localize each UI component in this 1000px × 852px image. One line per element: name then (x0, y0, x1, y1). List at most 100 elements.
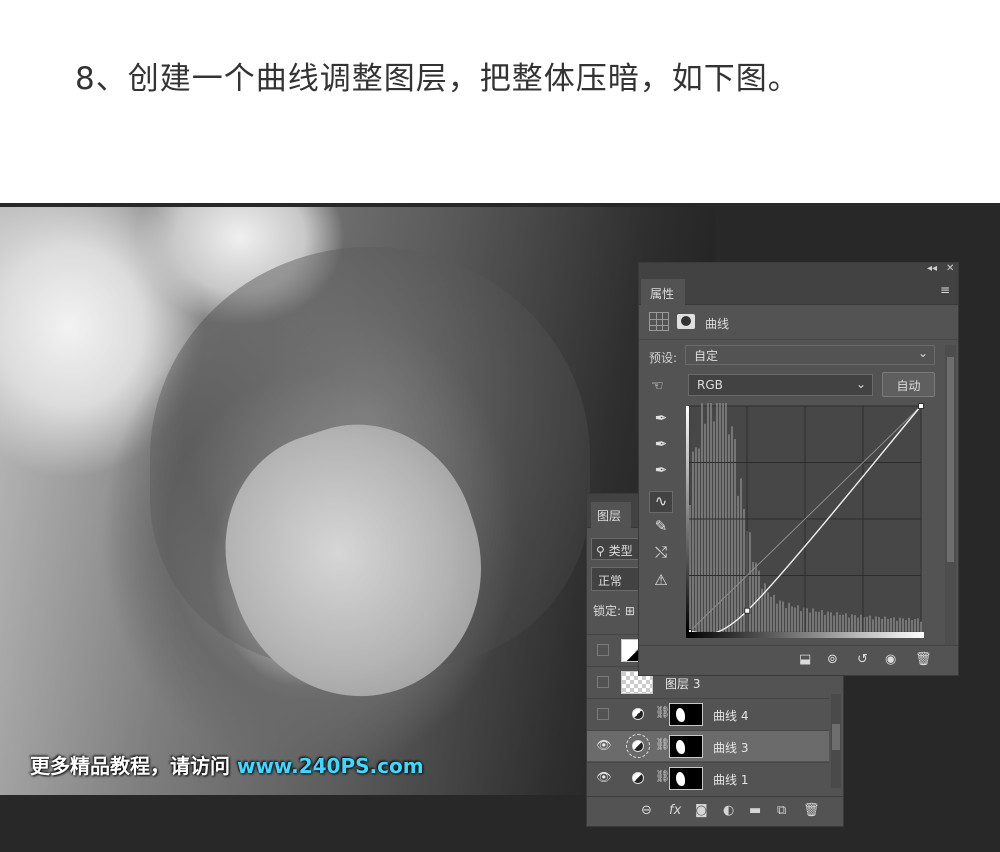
layer-name: 曲线 3 (713, 741, 749, 755)
layer-mask-thumbnail[interactable] (669, 703, 703, 726)
histogram-bar (896, 620, 898, 632)
eye-icon[interactable]: ◉ (885, 652, 896, 667)
layer-name: 曲线 4 (713, 709, 749, 723)
auto-button[interactable]: 自动 (882, 372, 935, 397)
new-group-icon[interactable]: ▬ (749, 803, 761, 818)
histogram-bar (695, 447, 697, 632)
histogram-bar (767, 592, 769, 632)
visibility-toggle[interactable] (597, 676, 609, 688)
smooth-curve-icon[interactable]: ⤭ (649, 543, 673, 565)
search-icon: ⚲ (596, 544, 609, 558)
histogram-bar (731, 426, 733, 632)
scrollbar-thumb[interactable] (832, 724, 840, 750)
layer-row-curves-4[interactable]: ⛓ 曲线 4 (587, 698, 829, 729)
white-point-eyedropper-icon[interactable]: ✒ (649, 461, 673, 483)
histogram-bar (701, 403, 703, 632)
trash-icon[interactable]: 🗑 (803, 803, 820, 818)
black-point-eyedropper-icon[interactable]: ✒ (649, 409, 673, 431)
fx-icon[interactable]: fx (669, 803, 681, 818)
watermark-prefix: 更多精品教程，请访问 (30, 754, 237, 778)
histogram-bar (785, 607, 787, 632)
curve-control-point[interactable] (918, 403, 924, 409)
histogram-bar (851, 614, 853, 632)
preset-value: 自定 (694, 349, 719, 363)
properties-title: 曲线 (705, 317, 730, 331)
curve-control-point[interactable] (744, 607, 751, 614)
eye-icon[interactable]: 👁 (596, 770, 612, 784)
histogram-bar (833, 615, 835, 632)
layers-scrollbar[interactable] (831, 694, 841, 788)
channel-dropdown[interactable]: RGB ⌄ (688, 374, 873, 396)
output-gradient-bar (686, 406, 689, 632)
tab-properties[interactable]: 属性 (641, 279, 685, 305)
histogram-bar (770, 596, 772, 632)
panel-menu-icon[interactable]: ≡ (940, 283, 950, 297)
layer-row-curves-1[interactable]: 👁 ⛓ 曲线 1 (587, 762, 829, 793)
lock-transparent-icon[interactable]: ⊞ (625, 604, 635, 618)
add-mask-icon[interactable]: ◙ (695, 803, 708, 818)
collapse-icon[interactable]: ◂◂ (927, 263, 937, 274)
visibility-toggle[interactable] (597, 708, 609, 720)
layer-name: 曲线 1 (713, 773, 749, 787)
layers-footer: ⊖ fx ◙ ◐ ▬ ⧉ 🗑 (587, 796, 843, 826)
layer-filter-label: 类型 (608, 544, 633, 558)
pencil-icon[interactable]: ✎ (649, 517, 673, 539)
histogram-bar (908, 617, 910, 632)
panel-topbar: ◂◂ ✕ (639, 263, 958, 277)
preset-dropdown[interactable]: 自定 ⌄ (685, 345, 935, 365)
layer-mask-thumbnail[interactable] (669, 735, 703, 758)
histogram-bar (713, 421, 715, 632)
histogram-bar (734, 439, 736, 632)
layer-mask-thumbnail[interactable] (669, 767, 703, 790)
reset-icon[interactable]: ↺ (857, 652, 868, 667)
histogram-bar (806, 608, 808, 632)
tab-layers[interactable]: 图层 (591, 502, 631, 528)
trash-icon[interactable]: 🗑 (915, 652, 932, 667)
histogram-bar (812, 608, 814, 632)
new-layer-icon[interactable]: ⧉ (777, 803, 786, 818)
histogram-bar (752, 561, 754, 632)
properties-scrollbar[interactable] (945, 345, 956, 645)
link-chain-icon: ⛓ (655, 737, 671, 751)
histogram-bar (821, 610, 823, 632)
histogram-bar (866, 616, 868, 632)
histogram-bar (740, 478, 742, 632)
adjustment-layer-icon[interactable]: ◐ (723, 803, 734, 818)
chevron-down-icon: ⌄ (855, 377, 866, 391)
histogram-bar (818, 611, 820, 632)
curves-adjustment-icon (632, 708, 644, 720)
on-image-adjust-icon[interactable]: ☜ (651, 378, 664, 394)
clip-to-layer-icon[interactable]: ⬓ (799, 652, 811, 667)
close-icon[interactable]: ✕ (946, 263, 954, 274)
histogram-bar (905, 619, 907, 632)
curves-icon (649, 312, 669, 331)
visibility-toggle[interactable] (597, 644, 609, 656)
histogram-bar (899, 617, 901, 632)
histogram-bar (758, 570, 760, 632)
histogram-bar (845, 613, 847, 632)
curves-adjustment-icon (626, 734, 650, 758)
properties-tabbar: 属性 ≡ (639, 277, 958, 305)
curves-graph[interactable] (686, 403, 934, 641)
histogram-bar (800, 611, 802, 632)
histogram-bar (890, 618, 892, 632)
gray-point-eyedropper-icon[interactable]: ✒ (649, 435, 673, 457)
histogram-bar (848, 617, 850, 632)
scrollbar-thumb[interactable] (947, 357, 954, 562)
histogram-bar (854, 615, 856, 632)
eye-icon[interactable]: 👁 (596, 738, 612, 752)
histogram-bar (716, 403, 718, 632)
clipping-warning-icon[interactable]: ⚠ (649, 571, 673, 593)
curve-edit-points-icon[interactable]: ∿ (649, 491, 673, 513)
view-previous-icon[interactable]: ⊚ (827, 652, 838, 667)
link-layers-icon[interactable]: ⊖ (641, 803, 652, 818)
histogram-bar (797, 605, 799, 632)
histogram-bar (917, 618, 919, 632)
histogram-bar (839, 614, 841, 632)
histogram-bar (881, 618, 883, 632)
histogram-bar (824, 614, 826, 632)
histogram-bar (836, 612, 838, 632)
layer-row-curves-3[interactable]: 👁 ⛓ 曲线 3 (587, 730, 829, 761)
mask-icon[interactable] (677, 314, 695, 329)
properties-footer: ⬓ ⊚ ↺ ◉ 🗑 (639, 645, 958, 675)
